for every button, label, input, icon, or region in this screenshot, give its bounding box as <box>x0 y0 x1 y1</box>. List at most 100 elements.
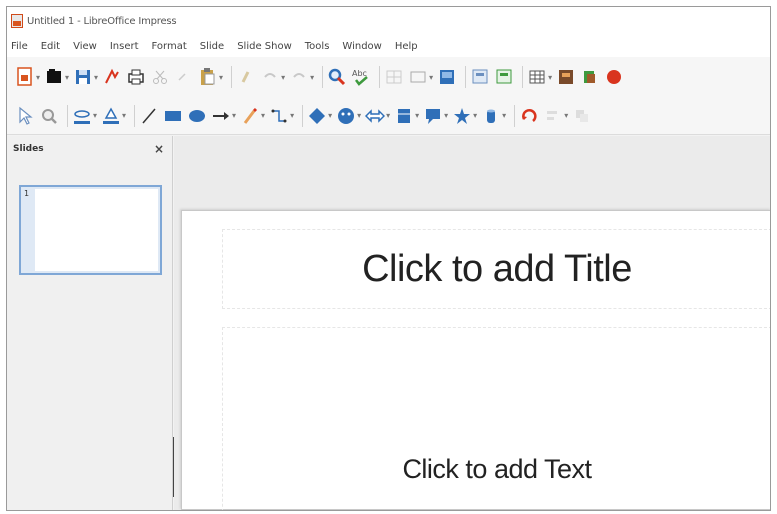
slide-number: 1 <box>24 189 30 198</box>
chevron-down-icon[interactable]: ▾ <box>415 111 419 120</box>
toolbar-separator <box>465 66 467 88</box>
slide-canvas[interactable]: Click to add Title Click to add Text <box>181 210 770 510</box>
drawing-toolbar: ▾ ▾ ▾ ▾ ▾ ▾ ▾ ▾ ▾ ▾ ▾ ▾ ▾ <box>7 97 770 135</box>
toolbar-separator <box>322 66 324 88</box>
slides-panel-title: Slides <box>13 144 44 154</box>
window-title: Untitled 1 - LibreOffice Impress <box>27 15 177 27</box>
chevron-down-icon[interactable]: ▾ <box>473 111 477 120</box>
rotate-icon[interactable] <box>519 106 539 126</box>
title-placeholder[interactable]: Click to add Title <box>362 248 632 291</box>
chevron-down-icon[interactable]: ▾ <box>219 73 223 82</box>
undo-icon[interactable] <box>260 67 280 87</box>
cut-icon[interactable] <box>150 67 170 87</box>
flowchart-icon[interactable] <box>394 106 414 126</box>
connector-icon[interactable] <box>269 106 289 126</box>
chevron-down-icon[interactable]: ▾ <box>357 111 361 120</box>
chevron-down-icon[interactable]: ▾ <box>281 73 285 82</box>
callouts-icon[interactable] <box>423 106 443 126</box>
menu-insert[interactable]: Insert <box>110 41 139 52</box>
impress-app-icon <box>11 14 23 28</box>
export-pdf-icon[interactable] <box>102 67 122 87</box>
chevron-down-icon[interactable]: ▾ <box>36 73 40 82</box>
select-icon[interactable] <box>15 106 35 126</box>
chart-icon[interactable] <box>556 67 576 87</box>
stars-icon[interactable] <box>452 106 472 126</box>
slides-panel-header: Slides × <box>7 136 172 162</box>
symbol-shapes-icon[interactable] <box>336 106 356 126</box>
chevron-down-icon[interactable]: ▾ <box>502 111 506 120</box>
chevron-down-icon[interactable]: ▾ <box>328 111 332 120</box>
toolbar-separator <box>67 104 68 127</box>
toolbar-separator <box>134 104 136 127</box>
display-views-icon[interactable] <box>408 67 428 87</box>
toolbar-separator <box>514 104 516 127</box>
line-icon[interactable] <box>139 106 159 126</box>
block-arrows-icon[interactable] <box>365 106 386 126</box>
zoom-icon[interactable] <box>39 106 59 126</box>
chevron-down-icon[interactable]: ▾ <box>429 73 433 82</box>
chevron-down-icon[interactable]: ▾ <box>564 111 568 120</box>
basic-shapes-icon[interactable] <box>307 106 327 126</box>
image-icon[interactable] <box>437 67 457 87</box>
menu-help[interactable]: Help <box>395 41 418 52</box>
table-icon[interactable] <box>527 67 547 87</box>
redo-icon[interactable] <box>289 67 309 87</box>
paste-icon[interactable] <box>198 67 218 87</box>
menu-tools[interactable]: Tools <box>305 41 330 52</box>
open-icon[interactable] <box>44 67 64 87</box>
content-placeholder-box[interactable]: Click to add Text <box>222 327 770 510</box>
print-icon[interactable] <box>126 67 146 87</box>
chevron-down-icon[interactable]: ▾ <box>94 73 98 82</box>
menu-slide-show[interactable]: Slide Show <box>237 41 292 52</box>
menu-slide[interactable]: Slide <box>200 41 224 52</box>
spellcheck-icon[interactable]: Abc <box>351 67 371 87</box>
chevron-down-icon[interactable]: ▾ <box>122 111 126 120</box>
chevron-down-icon[interactable]: ▾ <box>548 73 552 82</box>
copy-icon[interactable] <box>174 67 194 87</box>
toolbar-separator <box>231 66 233 88</box>
3d-objects-icon[interactable] <box>481 106 501 126</box>
content-placeholder[interactable]: Click to add Text <box>223 454 770 485</box>
menu-edit[interactable]: Edit <box>41 41 60 52</box>
slide-thumbnail-preview <box>35 189 158 271</box>
chevron-down-icon[interactable]: ▾ <box>444 111 448 120</box>
align-icon[interactable] <box>543 106 563 126</box>
arrow-icon[interactable] <box>211 106 231 126</box>
menu-format[interactable]: Format <box>152 41 187 52</box>
chevron-down-icon[interactable]: ▾ <box>232 111 236 120</box>
slide-layout-icon[interactable] <box>470 67 490 87</box>
toolbar-separator <box>522 66 524 88</box>
chevron-down-icon[interactable]: ▾ <box>65 73 69 82</box>
chevron-down-icon[interactable]: ▾ <box>261 111 265 120</box>
menu-view[interactable]: View <box>73 41 97 52</box>
close-icon[interactable]: × <box>154 142 164 156</box>
new-document-icon[interactable] <box>15 67 35 87</box>
ellipse-icon[interactable] <box>187 106 207 126</box>
chevron-down-icon[interactable]: ▾ <box>310 73 314 82</box>
chevron-down-icon[interactable]: ▾ <box>386 111 390 120</box>
chevron-down-icon[interactable]: ▾ <box>290 111 294 120</box>
clone-formatting-icon[interactable] <box>236 67 256 87</box>
media-icon[interactable] <box>580 67 600 87</box>
save-icon[interactable] <box>73 67 93 87</box>
toolbar-separator <box>302 104 304 127</box>
master-slide-icon[interactable] <box>494 67 514 87</box>
curve-icon[interactable] <box>240 106 260 126</box>
menu-file[interactable]: File <box>11 41 28 52</box>
find-replace-icon[interactable] <box>327 67 347 87</box>
title-bar: Untitled 1 - LibreOffice Impress <box>7 7 770 35</box>
rectangle-icon[interactable] <box>163 106 183 126</box>
menu-bar: File Edit View Insert Format Slide Slide… <box>7 35 770 57</box>
chevron-down-icon[interactable]: ▾ <box>93 111 97 120</box>
title-placeholder-box[interactable]: Click to add Title <box>222 229 770 309</box>
slide-thumbnail[interactable]: 1 <box>19 185 162 275</box>
line-color-icon[interactable] <box>72 106 92 126</box>
menu-window[interactable]: Window <box>342 41 381 52</box>
fill-color-icon[interactable] <box>101 106 121 126</box>
record-icon[interactable] <box>604 67 624 87</box>
impress-window: Untitled 1 - LibreOffice Impress File Ed… <box>6 6 771 511</box>
arrange-icon[interactable] <box>572 106 592 126</box>
svg-text:Abc: Abc <box>352 69 367 78</box>
grid-icon[interactable] <box>384 67 404 87</box>
slides-panel: Slides × 1 <box>7 136 173 510</box>
